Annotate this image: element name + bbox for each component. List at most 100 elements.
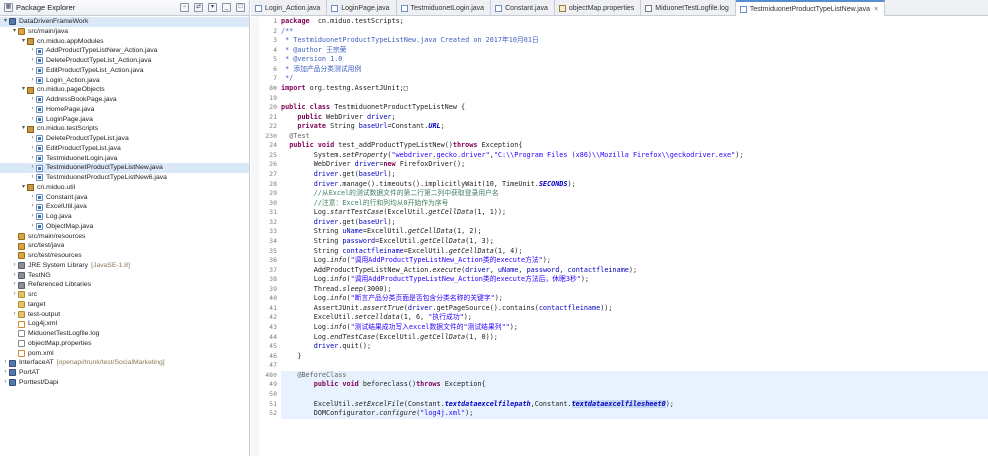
tree-item[interactable]: › src [0,290,249,300]
expanded-twisty-icon[interactable]: ▾ [11,27,18,37]
code-line[interactable]: * 添加产品分类测试用例 [281,65,988,75]
maximize-icon[interactable]: □ [236,3,245,12]
tree-item[interactable]: › ExcelUtil.java [0,202,249,212]
code-line[interactable]: //注意：Excel的行和列均从0开始作为序号 [281,199,988,209]
code-line[interactable]: driver.get(baseUrl); [281,170,988,180]
collapsed-twisty-icon[interactable]: › [11,261,18,271]
tree-item[interactable]: › Log.java [0,212,249,222]
tree-item[interactable]: Log4j.xml [0,319,249,329]
code-line[interactable]: import org.testng.AssertJUnit;□ [281,84,988,94]
editor-tab[interactable]: MiduonetTestLogfile.log [641,0,736,16]
code-line[interactable]: String contactfleiname=ExcelUtil.getCell… [281,247,988,257]
tree-item[interactable]: ▾ cn.miduo.testScripts [0,124,249,134]
code-line[interactable]: */ [281,74,988,84]
tree-item[interactable]: src/test/java [0,241,249,251]
tree-item[interactable]: › AddressBookPage.java [0,95,249,105]
collapsed-twisty-icon[interactable]: › [29,76,36,86]
collapsed-twisty-icon[interactable]: › [29,134,36,144]
code-line[interactable]: System.setProperty("webdriver.gecko.driv… [281,151,988,161]
code-line[interactable]: /** [281,27,988,37]
tree-item[interactable]: › TestmiduonetProductTypeListNew.java [0,163,249,173]
code-line[interactable]: Log.info("断言产品分类页面是否包含分类名称的关键字"); [281,294,988,304]
code-line[interactable]: public class TestmiduonetProductTypeList… [281,103,988,113]
collapsed-twisty-icon[interactable]: › [29,46,36,56]
code-line[interactable]: public void test_addProductTypeListNew()… [281,141,988,151]
collapsed-twisty-icon[interactable]: › [29,212,36,222]
expanded-twisty-icon[interactable]: ▾ [20,124,27,134]
code-line[interactable]: driver.get(baseUrl); [281,218,988,228]
code-line[interactable]: ExcelUtil.setcelldata(1, 6, "执行成功"); [281,313,988,323]
code-line[interactable]: package cn.miduo.testScripts; [281,17,988,27]
tree-item[interactable]: › JRE System Library [JavaSE-1.8] [0,261,249,271]
code-line[interactable]: public WebDriver driver; [281,113,988,123]
tree-item[interactable]: pom.xml [0,349,249,359]
tree-item[interactable]: ▾ cn.miduo.appModules [0,37,249,47]
collapsed-twisty-icon[interactable]: › [29,144,36,154]
code-line[interactable]: Log.endTestCase(ExcelUtil.getCellData(1,… [281,333,988,343]
code-line[interactable]: @Test [281,132,988,142]
collapsed-twisty-icon[interactable]: › [29,56,36,66]
collapsed-twisty-icon[interactable]: › [29,66,36,76]
collapsed-twisty-icon[interactable]: › [11,310,18,320]
editor-tab[interactable]: Login_Action.java [251,0,328,16]
code-line[interactable]: driver.manage().timeouts().implicitlyWai… [281,180,988,190]
code-line[interactable]: } [281,352,988,362]
code-line[interactable]: String uName=ExcelUtil.getCellData(1, 2)… [281,227,988,237]
code-line[interactable]: WebDriver driver=new FirefoxDriver(); [281,160,988,170]
tree-item[interactable]: MiduonetTestLogfile.log [0,329,249,339]
tree-item[interactable]: › DeleteProductTypeList.java [0,134,249,144]
code-editor[interactable]: 1 2 3 4 5 6 7 8⊕ 19 20 21 22 23⊖ 24 25 26 27 28 29 30 31 32 33… [251,17,988,456]
tree-item[interactable]: › Porttest/Dapi [0,378,249,388]
collapsed-twisty-icon[interactable]: › [2,358,9,368]
collapsed-twisty-icon[interactable]: › [29,105,36,115]
code-line[interactable]: * TestmiduonetProductTypeListNew.java Cr… [281,36,988,46]
tree-item[interactable]: ▾ cn.miduo.pageObjects [0,85,249,95]
expanded-twisty-icon[interactable]: ▾ [20,37,27,47]
tree-item[interactable]: › AddProductTypeListNew_Action.java [0,46,249,56]
expanded-twisty-icon[interactable]: ▾ [2,17,9,27]
tree-item[interactable]: › Login_Action.java [0,76,249,86]
code-line[interactable]: AddProductTypeListNew_Action.execute(dri… [281,266,988,276]
link-with-editor-icon[interactable]: ⇄ [194,3,203,12]
tree-item[interactable]: › EditProductTypeList_Action.java [0,66,249,76]
tree-item[interactable]: ▾ src/main/java [0,27,249,37]
close-tab-icon[interactable]: × [874,6,878,13]
tree-item[interactable]: › Referenced Libraries [0,280,249,290]
code-line[interactable]: Log.info("调用AddProductTypeListNew_Action… [281,256,988,266]
collapsed-twisty-icon[interactable]: › [29,222,36,232]
tree-item[interactable]: target [0,300,249,310]
code-area[interactable]: package cn.miduo.testScripts;/** * Testm… [281,17,988,419]
tree-item[interactable]: src/test/resources [0,251,249,261]
code-line[interactable]: private String baseUrl=Constant.URL; [281,122,988,132]
tree-item[interactable]: objectMap.properties [0,339,249,349]
code-line[interactable] [281,389,988,400]
collapsed-twisty-icon[interactable]: › [29,163,36,173]
code-line[interactable] [281,361,988,371]
code-line[interactable]: public void beforeclass()throws Exceptio… [281,380,988,390]
collapsed-twisty-icon[interactable]: › [29,202,36,212]
minimize-icon[interactable]: _ [222,3,231,12]
tree-item[interactable]: › HomePage.java [0,105,249,115]
tree-item[interactable]: src/main/resources [0,232,249,242]
code-line[interactable]: Log.info("测试结果成功写入excel数据文件的"测试结果列""); [281,323,988,333]
collapsed-twisty-icon[interactable]: › [29,115,36,125]
code-line[interactable] [281,94,988,104]
code-line[interactable]: Log.startTestCase(ExcelUtil.getCellData(… [281,208,988,218]
editor-tab[interactable]: objectMap.properties [555,0,642,16]
tree-item[interactable]: › test-output [0,310,249,320]
collapsed-twisty-icon[interactable]: › [29,95,36,105]
tree-item[interactable]: ▾ DataDrivenFrameWork [0,17,249,27]
tree-item[interactable]: › DeleteProductTypeList_Action.java [0,56,249,66]
tree-item[interactable]: › LoginPage.java [0,115,249,125]
code-line[interactable]: String password=ExcelUtil.getCellData(1,… [281,237,988,247]
collapsed-twisty-icon[interactable]: › [29,193,36,203]
code-line[interactable]: @BeforeClass [281,370,988,381]
collapse-all-icon[interactable]: − [180,3,189,12]
collapsed-twisty-icon[interactable]: › [29,154,36,164]
code-line[interactable]: * @version 1.0 [281,55,988,65]
collapsed-twisty-icon[interactable]: › [11,280,18,290]
code-line[interactable]: Thread.sleep(3000); [281,285,988,295]
tree-item[interactable]: › TestmiduonetLogin.java [0,154,249,164]
collapsed-twisty-icon[interactable]: › [11,271,18,281]
code-line[interactable]: ExcelUtil.setExcelFile(Constant.textdata… [281,399,988,410]
